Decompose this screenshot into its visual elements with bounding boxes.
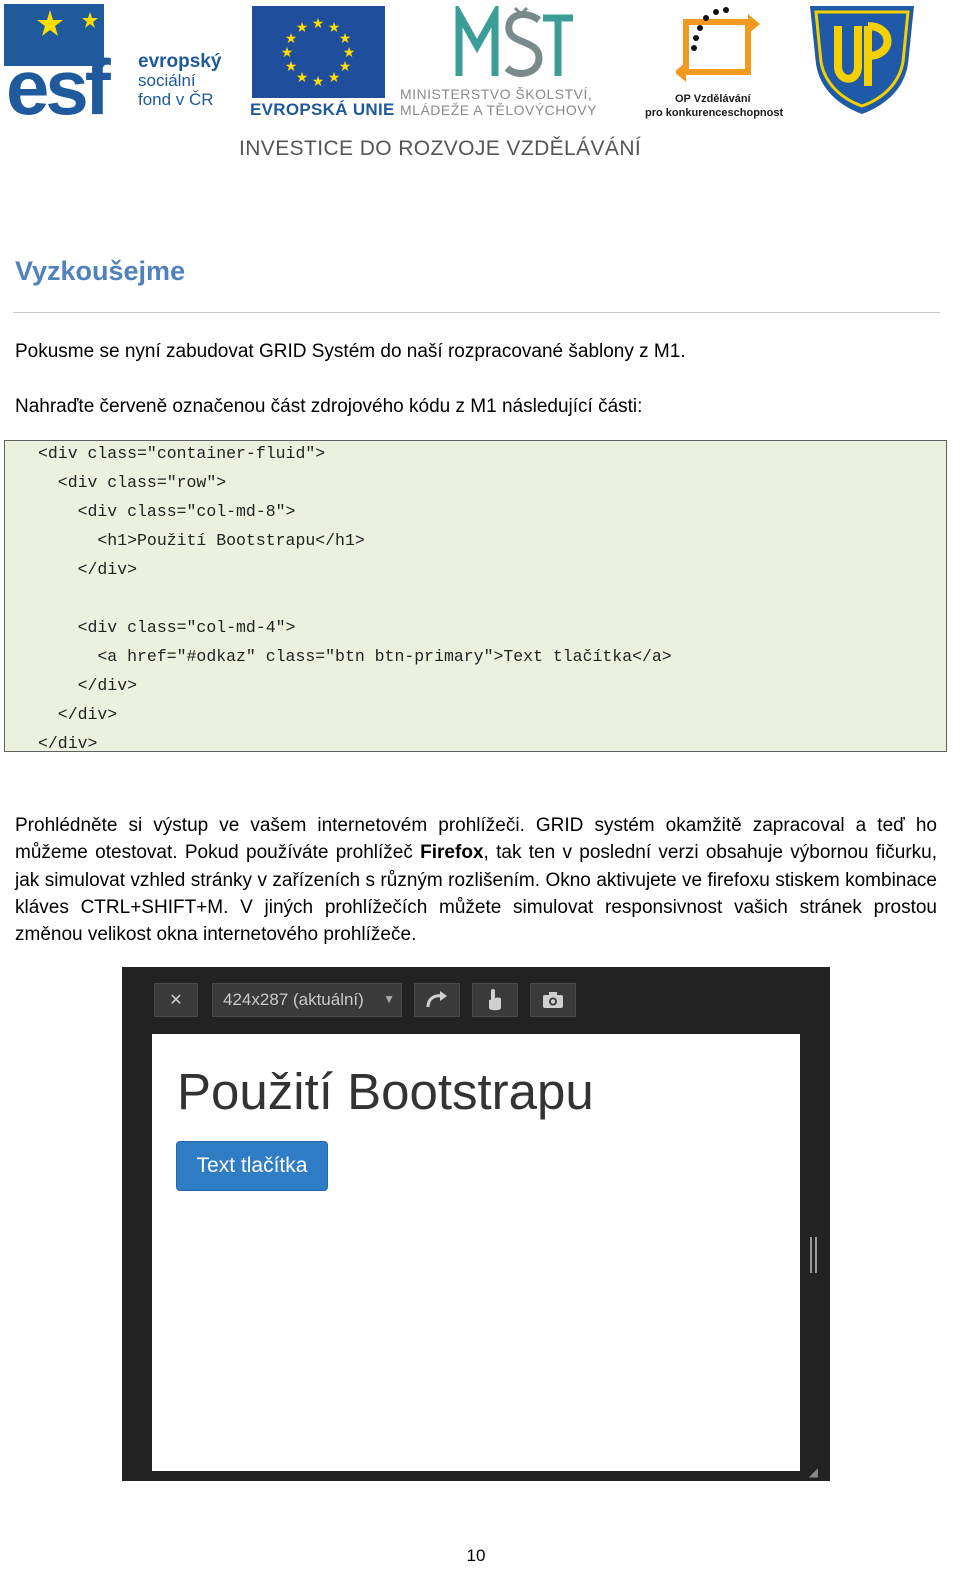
msmt-logo bbox=[455, 6, 573, 77]
rotate-icon bbox=[426, 991, 447, 1008]
esf-logo: esf bbox=[4, 4, 116, 119]
msmt-text: MINISTERSTVO ŠKOLSTVÍ, MLÁDEŽE A TĚLOVÝC… bbox=[400, 86, 597, 118]
op-text: OP Vzdělávání pro konkurenceschopnost bbox=[645, 93, 784, 119]
code-line: <div class="container-fluid"> bbox=[38, 444, 326, 463]
resize-handle[interactable] bbox=[810, 1237, 820, 1273]
screenshot-button[interactable] bbox=[530, 983, 576, 1017]
esf-text: evropský sociální fond v ČR bbox=[138, 51, 222, 109]
logo-header: esf evropský sociální fond v ČR ★ ★ ★ ★ ★ ★ … bbox=[0, 0, 960, 170]
svg-text:★: ★ bbox=[281, 45, 294, 61]
code-line: <div class="col-md-4"> bbox=[38, 618, 296, 637]
svg-text:esf: esf bbox=[6, 43, 112, 119]
code-line: <div class="col-md-8"> bbox=[38, 502, 296, 521]
firefox-emphasis: Firefox bbox=[420, 842, 484, 864]
page-title: Použití Bootstrapu bbox=[177, 1063, 594, 1120]
touch-simulation-button[interactable] bbox=[472, 983, 518, 1017]
touch-icon bbox=[489, 989, 501, 1011]
responsive-view-screenshot: ✕ 424x287 (aktuální) ▼ Použití Bootstrap… bbox=[122, 967, 830, 1481]
chevron-down-icon: ▼ bbox=[383, 992, 395, 1006]
svg-text:★: ★ bbox=[296, 70, 309, 86]
svg-text:★: ★ bbox=[339, 59, 352, 75]
camera-icon bbox=[543, 992, 563, 1008]
investice-tagline: INVESTICE DO ROZVOJE VZDĚLÁVÁNÍ bbox=[239, 137, 642, 160]
intro-paragraph-2: Nahraďte červeně označenou část zdrojové… bbox=[15, 396, 643, 417]
simulated-viewport: Použití Bootstrapu Text tlačítka bbox=[152, 1034, 800, 1471]
eu-label: EVROPSKÁ UNIE bbox=[250, 100, 395, 119]
heading-divider bbox=[13, 312, 940, 313]
close-button[interactable]: ✕ bbox=[154, 983, 198, 1017]
svg-text:★: ★ bbox=[312, 74, 325, 90]
code-line: </div> bbox=[38, 734, 98, 753]
rotate-button[interactable] bbox=[414, 983, 460, 1017]
code-line: </div> bbox=[38, 676, 138, 695]
code-block: <div class="container-fluid"> <div class… bbox=[4, 440, 947, 753]
code-line: </div> bbox=[38, 560, 138, 579]
resolution-select[interactable]: 424x287 (aktuální) ▼ bbox=[212, 983, 402, 1017]
svg-text:★: ★ bbox=[328, 70, 341, 86]
upol-shield-logo bbox=[810, 6, 914, 114]
code-line: <div class="row"> bbox=[38, 473, 227, 492]
code-line: <a href="#odkaz" class="btn btn-primary"… bbox=[38, 647, 672, 666]
intro-paragraph-1: Pokusme se nyní zabudovat GRID Systém do… bbox=[15, 341, 686, 362]
close-icon: ✕ bbox=[169, 992, 183, 1009]
primary-button[interactable]: Text tlačítka bbox=[176, 1141, 328, 1191]
page-number: 10 bbox=[466, 1546, 486, 1565]
body-paragraph: Prohlédněte si výstup ve vašem interneto… bbox=[15, 815, 937, 946]
code-line: </div> bbox=[38, 705, 118, 724]
svg-text:★: ★ bbox=[312, 16, 325, 32]
svg-text:★: ★ bbox=[296, 20, 309, 36]
resize-grip-icon[interactable]: ◢ bbox=[809, 1465, 818, 1479]
section-heading: Vyzkoušejme bbox=[15, 256, 186, 286]
op-logo bbox=[676, 7, 760, 82]
eu-flag-icon: ★ ★★ ★★★ ★★★ ★★★ bbox=[252, 6, 385, 98]
svg-text:★: ★ bbox=[285, 59, 298, 75]
code-line: <h1>Použití Bootstrapu</h1> bbox=[38, 531, 365, 550]
